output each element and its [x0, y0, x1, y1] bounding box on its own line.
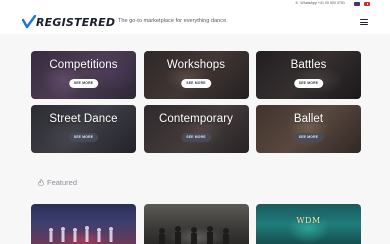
see-more-button[interactable]: SEE MORE: [293, 79, 324, 88]
category-card-ballet[interactable]: Ballet SEE MORE: [256, 105, 361, 153]
featured-list: WDM: [31, 204, 361, 244]
featured-title: Featured: [47, 178, 78, 187]
flag-en-icon[interactable]: [354, 2, 360, 6]
see-more-button[interactable]: SEE MORE: [181, 79, 211, 88]
fire-icon: [38, 179, 44, 186]
category-card-contemporary[interactable]: Contemporary SEE MORE: [143, 105, 249, 153]
site-tagline: The go-to marketplace for everything dan…: [118, 18, 228, 24]
see-more-button[interactable]: SEE MORE: [181, 133, 211, 142]
category-card-street-dance[interactable]: Street Dance SEE MORE: [31, 105, 136, 153]
category-card-competitions[interactable]: Competitions SEE MORE: [31, 51, 136, 99]
featured-heading: Featured: [38, 178, 77, 187]
site-header: REGISTERED The go-to marketplace for eve…: [0, 10, 390, 34]
logo-check-icon: [22, 15, 36, 29]
category-title: Contemporary: [158, 113, 234, 125]
featured-card[interactable]: WDM: [256, 204, 361, 244]
crew-group-photo-icon: [158, 226, 229, 244]
site-logo[interactable]: REGISTERED: [22, 15, 115, 29]
see-more-button[interactable]: SEE MORE: [293, 133, 324, 142]
logo-text: REGISTERED: [36, 15, 116, 29]
category-title: Battles: [290, 59, 327, 71]
language-switcher: [354, 2, 370, 6]
phone-icon: ✆: [295, 1, 299, 5]
category-grid: Competitions SEE MORE Workshops SEE MORE…: [31, 51, 361, 153]
category-title: Competitions: [49, 59, 118, 71]
category-title: Ballet: [293, 113, 324, 125]
see-more-button[interactable]: SEE MORE: [68, 79, 99, 88]
whatsapp-contact[interactable]: ✆ WhatsApp +41 00 000 3751: [295, 1, 345, 5]
flag-de-icon[interactable]: [364, 2, 370, 6]
category-title: Workshops: [166, 59, 226, 71]
category-title: Street Dance: [49, 113, 118, 125]
group-dancers-stage-icon: [49, 226, 113, 242]
category-card-workshops[interactable]: Workshops SEE MORE: [143, 51, 249, 99]
whatsapp-contact-text: WhatsApp +41 00 000 3751: [300, 1, 345, 5]
featured-card[interactable]: [143, 204, 249, 244]
featured-card[interactable]: [31, 204, 136, 244]
see-more-button[interactable]: SEE MORE: [68, 133, 99, 142]
hamburger-menu-icon[interactable]: [360, 19, 368, 25]
category-card-battles[interactable]: Battles SEE MORE: [256, 51, 361, 99]
featured-card-logo-text: WDM: [296, 216, 321, 225]
